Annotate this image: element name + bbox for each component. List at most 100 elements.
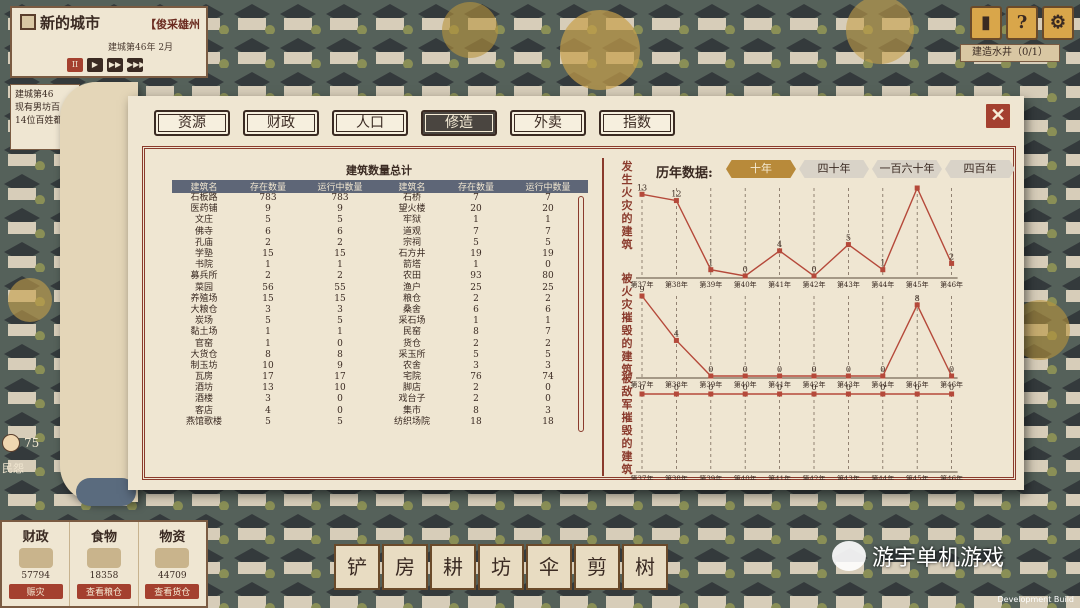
col-header: 存在数量	[443, 180, 508, 193]
relief-button[interactable]: 赈灾	[8, 584, 63, 599]
data-label: 14	[912, 184, 922, 186]
farm-tool-button[interactable]: 耕	[430, 544, 476, 590]
table-cell: 5	[265, 215, 271, 226]
table-cell: 7	[473, 226, 479, 237]
tree-tool-button[interactable]: 树	[622, 544, 668, 590]
table-cell: 1	[473, 260, 479, 271]
city-name[interactable]: 新的城市	[20, 12, 100, 33]
population-status: 75	[2, 434, 39, 452]
series-line	[641, 295, 953, 377]
table-cell: 93	[470, 271, 482, 282]
table-cell: 燕馆歌楼	[185, 416, 222, 427]
tab-population[interactable]: 人口	[332, 110, 408, 136]
table-cell: 宅院	[402, 372, 421, 383]
fast-button[interactable]: ▶▶	[107, 58, 123, 72]
data-point	[777, 391, 783, 397]
help-icon[interactable]: ?	[1006, 6, 1038, 40]
period-40-years[interactable]: 四十年	[799, 160, 869, 178]
data-label: 1	[880, 259, 885, 268]
house-tool-button[interactable]: 房	[382, 544, 428, 590]
resource-finance: 财政 57794 赈灾	[2, 522, 71, 606]
table-row: 学塾 15 15 石方井 19 19	[172, 249, 588, 260]
table-cell: 2	[473, 293, 479, 304]
chart-icon[interactable]: ▮	[970, 6, 1002, 40]
x-tick-label: 第38年	[665, 280, 688, 289]
task-build-well[interactable]: 建造水井（0/1）	[960, 44, 1060, 62]
table-cell: 1	[337, 260, 343, 271]
x-tick-label: 第42年	[803, 474, 826, 480]
tab-resources[interactable]: 资源	[154, 110, 230, 136]
table-cell: 货仓	[402, 338, 421, 349]
table-cell: 18	[542, 416, 554, 427]
table-cell: 7	[545, 327, 551, 338]
fastest-button[interactable]: ▶▶▶	[127, 58, 145, 72]
umbrella-tool-button[interactable]: 伞	[526, 544, 572, 590]
data-point	[811, 373, 817, 379]
workshop-tool-button[interactable]: 坊	[478, 544, 524, 590]
table-cell: 2	[265, 237, 271, 248]
table-cell: 纺织场院	[393, 416, 430, 427]
table-cell: 2	[473, 338, 479, 349]
tab-construction[interactable]: 修造	[421, 110, 497, 136]
x-tick-label: 第37年	[631, 474, 654, 480]
data-label: 4	[674, 329, 679, 338]
table-cell: 大货仓	[190, 349, 218, 360]
table-cell: 2	[545, 338, 551, 349]
table-cell: 粮仓	[402, 293, 421, 304]
table-cell: 1	[473, 316, 479, 327]
data-point	[673, 391, 679, 397]
data-label: 9	[639, 285, 644, 294]
period-160-years[interactable]: 一百六十年	[872, 160, 942, 178]
table-scrollbar[interactable]	[578, 196, 584, 432]
data-label: 13	[637, 184, 647, 192]
data-point	[880, 267, 886, 273]
table-cell: 15	[262, 249, 274, 260]
dev-build-label: Development Build	[997, 595, 1074, 604]
series-line	[641, 186, 953, 277]
table-row: 客店 4 0 集市 8 3	[172, 406, 588, 417]
tab-index[interactable]: 指数	[599, 110, 675, 136]
table-cell: 15	[334, 293, 346, 304]
col-header: 建筑名	[172, 180, 236, 193]
pause-button[interactable]: II	[67, 58, 83, 72]
data-point	[914, 185, 920, 191]
shovel-tool-button[interactable]: 铲	[334, 544, 380, 590]
table-cell: 3	[337, 304, 343, 315]
tab-delivery[interactable]: 外卖	[510, 110, 586, 136]
data-label: 0	[949, 365, 954, 374]
data-label: 1	[708, 259, 713, 268]
table-row: 石板路 783 783 石桥 7 7	[172, 193, 588, 204]
data-label: 0	[811, 383, 816, 392]
table-row: 燕馆歌楼 5 5 纺织场院 18 18	[172, 417, 588, 428]
period-10-years[interactable]: 十年	[726, 160, 796, 178]
table-cell: 3	[265, 394, 271, 405]
table-cell: 5	[337, 316, 343, 327]
data-point	[914, 302, 920, 308]
play-button[interactable]: ▶	[87, 58, 103, 72]
table-cell: 5	[265, 416, 271, 427]
table-cell: 菜园	[194, 282, 213, 293]
data-label: 12	[671, 190, 681, 199]
data-point	[742, 373, 748, 379]
scissors-tool-button[interactable]: 剪	[574, 544, 620, 590]
table-cell: 9	[337, 360, 343, 371]
table-cell: 官窑	[194, 338, 213, 349]
close-button[interactable]: ✕	[984, 102, 1012, 130]
table-cell: 1	[337, 327, 343, 338]
table-cell: 孔庙	[194, 237, 213, 248]
data-label: 0	[743, 365, 748, 374]
view-warehouse-button[interactable]: 查看货仓	[145, 584, 200, 599]
table-cell: 9	[265, 204, 271, 215]
table-cell: 黏土场	[190, 327, 218, 338]
gear-icon[interactable]: ⚙	[1042, 6, 1074, 40]
data-point	[639, 191, 645, 197]
tab-finance[interactable]: 财政	[243, 110, 319, 136]
table-cell: 酒坊	[194, 383, 213, 394]
view-granary-button[interactable]: 查看粮仓	[76, 584, 131, 599]
data-point	[845, 242, 851, 248]
x-tick-label: 第45年	[906, 280, 929, 289]
table-cell: 1	[545, 316, 551, 327]
table-cell: 渔户	[402, 282, 421, 293]
period-400-years[interactable]: 四百年	[945, 160, 1015, 178]
data-point	[845, 391, 851, 397]
